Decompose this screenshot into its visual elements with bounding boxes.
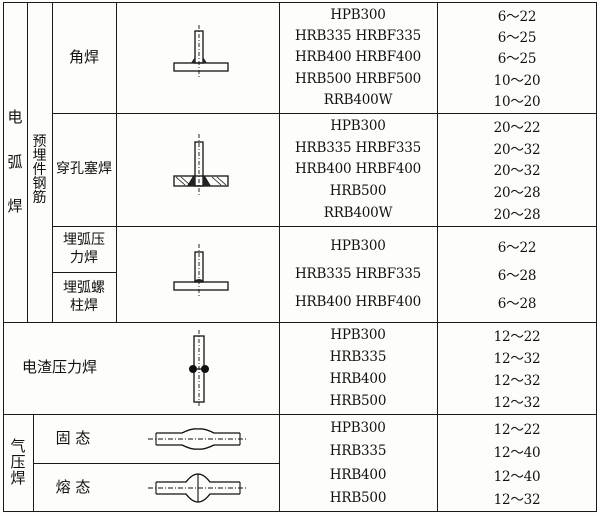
welding-table: 电 弧 焊 预 埋 件 钢 筋 角焊 HPB300 HRB335 HRBF335…	[0, 0, 600, 514]
diameter-text: 12～40	[493, 468, 541, 485]
category-char: 弧	[7, 152, 23, 171]
diameter-text: 12～32	[493, 492, 541, 509]
grade-text: HPB300	[330, 238, 386, 254]
grade-text: HRB500 HRBF500	[294, 70, 422, 87]
diameter-text: 6～25	[497, 51, 537, 68]
electroslag-figure	[180, 330, 220, 408]
grade-text: RRB400W	[323, 205, 393, 222]
grade-text: RRB400W	[323, 92, 393, 109]
category-arc-welding: 电 弧 焊	[3, 2, 27, 322]
grade-text: HRB500	[329, 393, 387, 409]
grade-text: HPB300	[330, 117, 386, 134]
subcategory-embedded-rebar: 预 埋 件 钢 筋	[27, 113, 52, 226]
method-molten-state: 熔 态	[55, 477, 91, 496]
electroslag-diameters: 12～22 12～32 12～32 12～32	[437, 324, 597, 412]
diameter-text: 6～22	[497, 8, 537, 25]
grade-text: HRB400	[329, 371, 387, 387]
plug-diameters: 20～22 20～32 20～32 20～28 20～28	[437, 115, 597, 224]
diameter-text: 6～28	[497, 296, 537, 312]
diameter-text: 6～28	[497, 268, 537, 284]
method-fillet-weld: 角焊	[68, 47, 99, 66]
diameter-text: 12～22	[493, 421, 541, 438]
diameter-text: 6～22	[497, 240, 537, 256]
category-gas-pressure-welding: 气 压 焊	[3, 414, 33, 512]
submerged-arc-figure	[160, 244, 240, 304]
diameter-text: 12～32	[493, 373, 541, 389]
diameter-text: 12～32	[493, 395, 541, 411]
submerged-grades: HPB300 HRB335 HRBF335 HRB400 HRBF400	[279, 232, 437, 316]
diameter-text: 20～32	[493, 141, 541, 158]
electroslag-grades: HPB300 HRB335 HRB400 HRB500	[279, 324, 437, 412]
col-divider	[116, 2, 117, 322]
category-char: 焊	[7, 197, 23, 216]
category-char: 焊	[10, 468, 26, 487]
molten-state-figure	[148, 471, 248, 505]
grade-text: HRB335 HRBF335	[294, 266, 422, 282]
grade-text: HRB335 HRBF335	[294, 139, 422, 156]
fillet-diameters: 6～22 6～25 6～25 10～20 10～20	[437, 4, 597, 111]
grade-text: HRB335	[329, 443, 387, 460]
grade-text: HPB300	[330, 6, 386, 23]
category-char: 电	[7, 108, 23, 127]
diameter-text: 12～40	[493, 445, 541, 462]
grade-text: HRB500	[329, 490, 387, 507]
subcategory-char: 件	[32, 161, 47, 178]
fillet-grades: HPB300 HRB335 HRBF335 HRB400 HRBF400 HRB…	[279, 4, 437, 111]
subcategory-char: 筋	[32, 189, 47, 206]
method-submerged-arc-press: 埋弧压力焊	[63, 231, 105, 266]
grade-text: HRB400 HRBF400	[294, 294, 422, 310]
row-divider	[52, 226, 597, 227]
subcategory-char: 钢	[32, 175, 47, 192]
subcategory-char: 预	[32, 133, 47, 150]
diameter-text: 20～28	[493, 207, 541, 224]
grade-text: HPB300	[330, 327, 386, 343]
plug-weld-figure	[160, 134, 240, 198]
method-solid-state: 固 态	[55, 428, 91, 447]
diameter-text: 10～20	[493, 94, 541, 111]
diameter-text: 12～32	[493, 351, 541, 367]
grade-text: HRB335	[329, 349, 387, 365]
diameter-text: 20～28	[493, 185, 541, 202]
gas-grades: HPB300 HRB335 HRB400 HRB500	[279, 416, 437, 510]
diameter-text: 20～32	[493, 163, 541, 180]
row-divider	[52, 113, 597, 114]
diameter-text: 10～20	[493, 72, 541, 89]
grade-text: HRB400	[329, 466, 387, 483]
solid-state-figure	[148, 424, 248, 454]
grade-text: HRB400 HRBF400	[294, 49, 422, 66]
method-submerged-arc-stud: 埋弧螺柱焊	[63, 279, 105, 314]
method-plug-weld: 穿孔塞焊	[56, 161, 112, 178]
plug-grades: HPB300 HRB335 HRBF335 HRB400 HRBF400 HRB…	[279, 115, 437, 224]
grade-text: HRB500	[329, 183, 387, 200]
submerged-diameters: 6～22 6～28 6～28	[437, 232, 597, 316]
gas-diameters: 12～22 12～40 12～40 12～32	[437, 416, 597, 510]
grade-text: HPB300	[330, 419, 386, 436]
subcategory-char: 埋	[32, 147, 47, 164]
diameter-text: 12～22	[493, 329, 541, 345]
diameter-text: 6～25	[497, 30, 537, 47]
grade-text: HRB400 HRBF400	[294, 161, 422, 178]
grade-text: HRB335 HRBF335	[294, 28, 422, 45]
diameter-text: 20～22	[493, 119, 541, 136]
method-electroslag: 电渣压力焊	[21, 358, 97, 377]
fillet-weld-figure	[160, 25, 240, 85]
